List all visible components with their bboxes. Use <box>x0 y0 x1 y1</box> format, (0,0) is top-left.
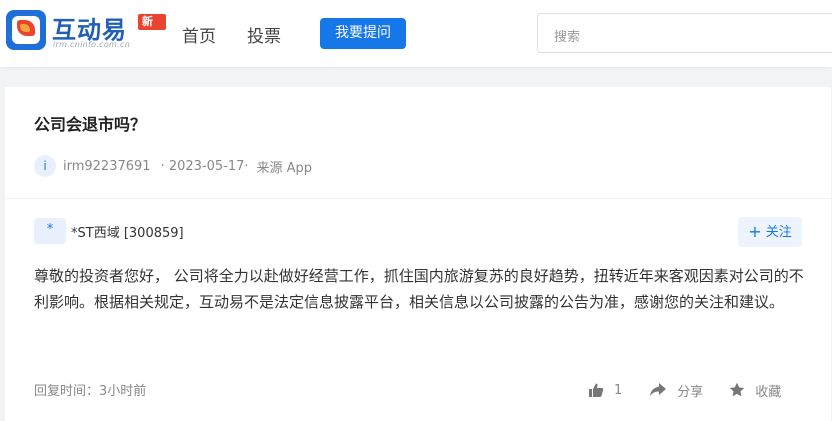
new-version-badge: 新版 <box>138 14 166 44</box>
logo-mark-icon <box>6 10 46 50</box>
question-title: 公司会退市吗？ <box>34 115 147 134</box>
share-label: 分享 <box>677 384 704 400</box>
search-input[interactable]: 搜索 <box>537 13 832 53</box>
answer-card: * *ST西域 [300859] + 关注 尊敬的投资者您好， 公司将全力以赴做好… <box>5 199 831 421</box>
answer-actions: 1 分享 收藏 <box>588 379 781 401</box>
question-meta: i irm92237691 · 2023-05-17· 来源 App <box>34 154 312 178</box>
site-logo[interactable]: 互动易 新版 irm.cninfo.com.cn <box>6 10 166 52</box>
user-avatar[interactable]: i <box>34 155 56 177</box>
logo-domain: irm.cninfo.com.cn <box>53 40 131 49</box>
question-card: 公司会退市吗？ i irm92237691 · 2023-05-17· 来源 A… <box>5 87 831 198</box>
favorite-button[interactable]: 收藏 <box>729 381 781 400</box>
company-name[interactable]: *ST西域 [300859] <box>71 222 184 241</box>
company-row: * *ST西域 [300859] <box>34 218 184 244</box>
reply-time: 回复时间：3小时前 <box>34 384 147 399</box>
plus-icon: + <box>748 222 762 241</box>
top-header: 互动易 新版 irm.cninfo.com.cn 首页 投票 我要提问 搜索 <box>0 0 832 67</box>
follow-label: 关注 <box>765 225 792 240</box>
question-user[interactable]: irm92237691 <box>63 159 151 174</box>
star-icon <box>730 382 745 397</box>
question-source: 来源 App <box>256 160 313 176</box>
follow-button[interactable]: + 关注 <box>738 217 802 247</box>
share-button[interactable]: 分享 <box>649 381 703 400</box>
question-date: · 2023-05-17· <box>160 158 249 174</box>
search-placeholder: 搜索 <box>554 30 581 45</box>
like-count: 1 <box>614 382 623 398</box>
thumbs-up-icon <box>589 383 604 397</box>
answer-text: 尊敬的投资者您好， 公司将全力以赴做好经营工作，抓住国内旅游复苏的良好趋势，扭转… <box>34 267 804 311</box>
nav-vote[interactable]: 投票 <box>247 22 281 47</box>
share-icon <box>650 383 667 397</box>
ask-question-button[interactable]: 我要提问 <box>320 18 406 49</box>
like-button[interactable]: 1 <box>588 382 622 398</box>
nav-home[interactable]: 首页 <box>182 22 216 47</box>
favorite-label: 收藏 <box>755 384 782 400</box>
company-avatar[interactable]: * <box>34 218 66 244</box>
